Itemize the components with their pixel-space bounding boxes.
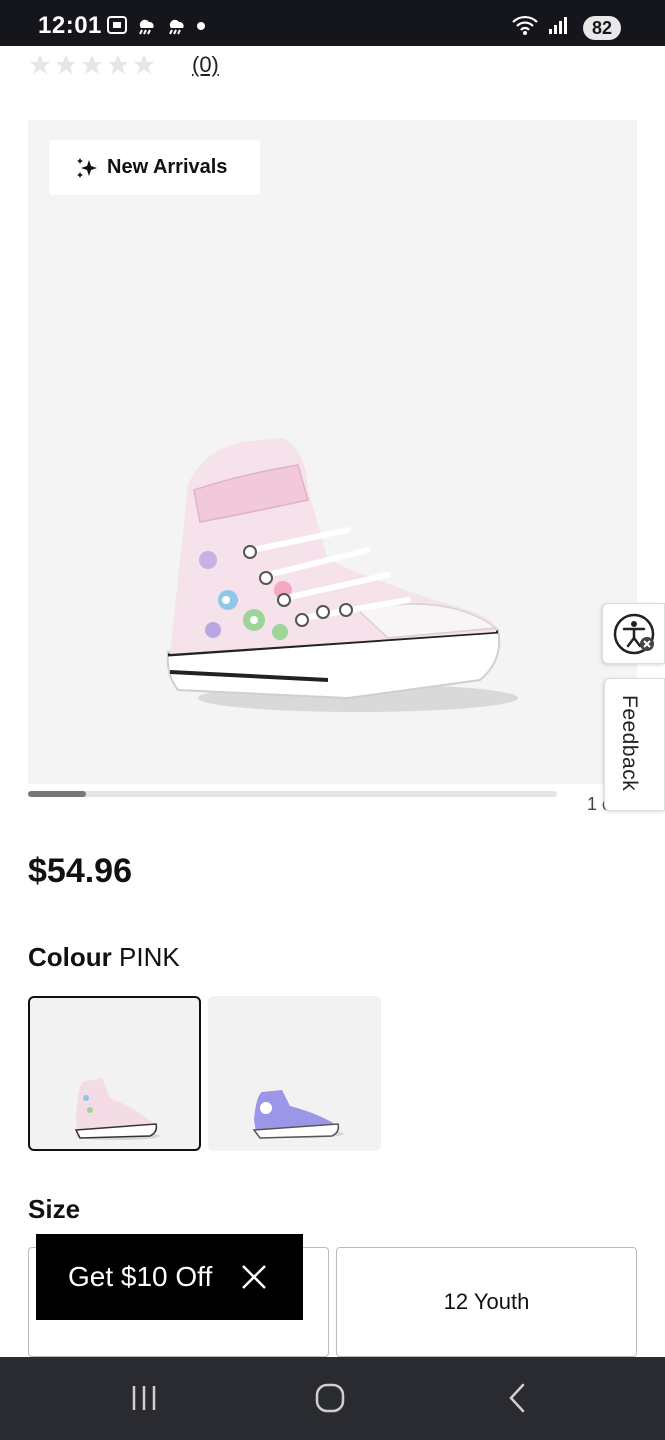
weather-icon xyxy=(169,19,184,35)
close-icon[interactable] xyxy=(240,1263,268,1291)
star-icon xyxy=(56,55,76,74)
carousel-progress xyxy=(28,791,557,797)
weather-icon xyxy=(139,19,154,35)
accessibility-icon xyxy=(613,613,654,654)
carousel-progress-thumb xyxy=(28,791,87,797)
home-icon xyxy=(315,1383,345,1413)
promo-label[interactable]: Get $10 Off xyxy=(68,1261,212,1293)
battery-indicator: 82 xyxy=(583,16,621,40)
back-icon xyxy=(509,1383,525,1413)
star-icon xyxy=(134,55,154,74)
size-option-12-youth[interactable]: 12 Youth xyxy=(336,1247,637,1357)
recents-button[interactable] xyxy=(119,1377,169,1419)
colour-value: PINK xyxy=(119,942,180,972)
rating-row[interactable]: (0) xyxy=(28,52,219,78)
product-image-carousel[interactable]: New Arrivals xyxy=(28,120,637,784)
recents-icon xyxy=(132,1386,156,1410)
review-count-link[interactable]: (0) xyxy=(192,52,219,78)
promo-banner[interactable]: Get $10 Off xyxy=(36,1234,303,1320)
screenshot-icon xyxy=(107,16,127,34)
system-icons xyxy=(511,14,569,36)
pink-shoe-thumbnail xyxy=(74,1078,160,1140)
star-icon xyxy=(82,55,102,74)
feedback-tab[interactable]: Feedback xyxy=(604,678,665,811)
colour-swatch-purple[interactable] xyxy=(208,996,381,1151)
star-icon xyxy=(30,55,50,74)
colour-label: Colour xyxy=(28,942,112,972)
status-bar: 12:01 82 xyxy=(0,0,665,46)
product-price: $54.96 xyxy=(28,852,132,890)
system-nav-bar xyxy=(0,1357,665,1440)
accessibility-button[interactable] xyxy=(602,603,665,664)
colour-swatch-pink[interactable] xyxy=(28,996,201,1151)
wifi-icon xyxy=(512,15,538,35)
dot-icon xyxy=(197,22,205,30)
purple-shoe-thumbnail xyxy=(252,1090,344,1139)
status-time: 12:01 xyxy=(38,12,102,39)
back-button[interactable] xyxy=(492,1377,542,1419)
home-button[interactable] xyxy=(305,1377,355,1419)
feedback-label: Feedback xyxy=(618,695,641,792)
product-image xyxy=(166,438,518,712)
notification-icons xyxy=(106,14,208,36)
signal-icon xyxy=(549,17,567,34)
star-icon xyxy=(108,55,128,74)
star-rating xyxy=(28,53,156,77)
size-heading: Size xyxy=(28,1194,81,1224)
colour-selector-heading: Colour PINK xyxy=(28,942,180,973)
